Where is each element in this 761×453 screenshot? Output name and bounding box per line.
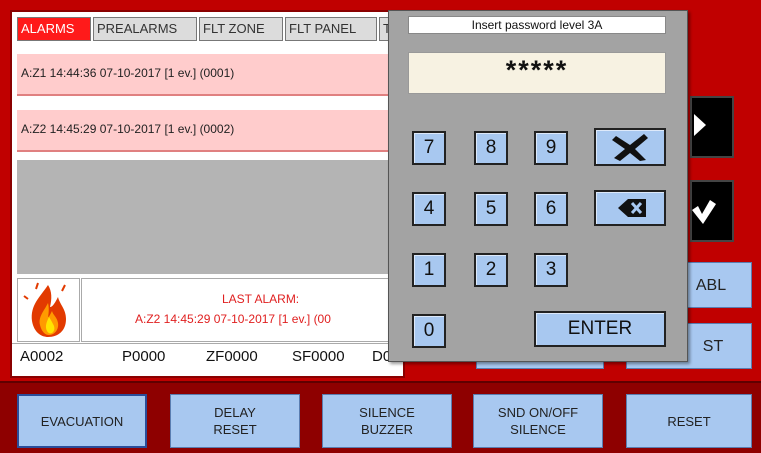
clear-alarm-button[interactable]: [690, 180, 734, 242]
silence-buzzer-button[interactable]: SILENCE BUZZER: [322, 394, 452, 448]
keypad-title: Insert password level 3A: [408, 16, 666, 34]
counter-system-faults: SF0000: [292, 348, 345, 365]
silence-buzzer-label-2: BUZZER: [361, 422, 413, 437]
counter-prealarms: P0000: [122, 348, 166, 365]
key-0[interactable]: 0: [412, 314, 446, 348]
key-3[interactable]: 3: [534, 253, 568, 287]
key-9[interactable]: 9: [534, 131, 568, 165]
counter-alarms: A0002: [20, 348, 64, 365]
key-6[interactable]: 6: [534, 192, 568, 226]
disable-button-label: ABL: [695, 276, 727, 294]
reset-label: RESET: [667, 413, 711, 429]
key-1[interactable]: 1: [412, 253, 446, 287]
password-field[interactable]: *****: [408, 52, 666, 94]
tab-flt-zone[interactable]: FLT ZONE: [199, 17, 283, 41]
evacuation-button[interactable]: EVACUATION: [17, 394, 147, 448]
last-alarm-text: A:Z2 14:45:29 07-10-2017 [1 ev.] (00: [135, 312, 331, 326]
key-2[interactable]: 2: [474, 253, 508, 287]
key-5[interactable]: 5: [474, 192, 508, 226]
key-7[interactable]: 7: [412, 131, 446, 165]
snd-on-off-label-2: SILENCE: [510, 422, 566, 437]
snd-on-off-button[interactable]: SND ON/OFF SILENCE: [473, 394, 603, 448]
backspace-icon: [618, 199, 646, 217]
counter-zone-faults: ZF0000: [206, 348, 258, 365]
alarm-row[interactable]: A:Z1 14:44:36 07-10-2017 [1 ev.] (0001): [17, 54, 390, 96]
enter-key[interactable]: ENTER: [534, 311, 666, 347]
delay-reset-button[interactable]: DELAY RESET: [170, 394, 300, 448]
test-button-label: ST: [702, 337, 724, 355]
next-arrow-button[interactable]: [690, 96, 734, 158]
alarm-list-empty-area: [17, 160, 390, 274]
silence-buzzer-label-1: SILENCE: [359, 405, 415, 420]
delay-reset-label-1: DELAY: [214, 405, 256, 420]
key-8[interactable]: 8: [474, 131, 508, 165]
arrow-right-icon: [694, 114, 706, 136]
last-alarm-box: [81, 278, 390, 342]
fire-icon: [23, 282, 66, 337]
check-icon: [692, 200, 716, 224]
key-4[interactable]: 4: [412, 192, 446, 226]
reset-button[interactable]: RESET: [626, 394, 752, 448]
last-alarm-title: LAST ALARM:: [222, 292, 300, 306]
backspace-key[interactable]: [594, 190, 666, 226]
delay-reset-label-2: RESET: [213, 422, 257, 437]
cancel-key[interactable]: [594, 128, 666, 166]
tab-flt-panel[interactable]: FLT PANEL: [285, 17, 377, 41]
fire-icon-box: [17, 278, 80, 342]
close-icon: [612, 134, 648, 161]
tab-alarms[interactable]: ALARMS: [17, 17, 91, 41]
snd-on-off-label-1: SND ON/OFF: [497, 405, 579, 420]
evacuation-label: EVACUATION: [40, 413, 124, 429]
tab-prealarms[interactable]: PREALARMS: [93, 17, 197, 41]
alarm-row[interactable]: A:Z2 14:45:29 07-10-2017 [1 ev.] (0002): [17, 110, 390, 152]
